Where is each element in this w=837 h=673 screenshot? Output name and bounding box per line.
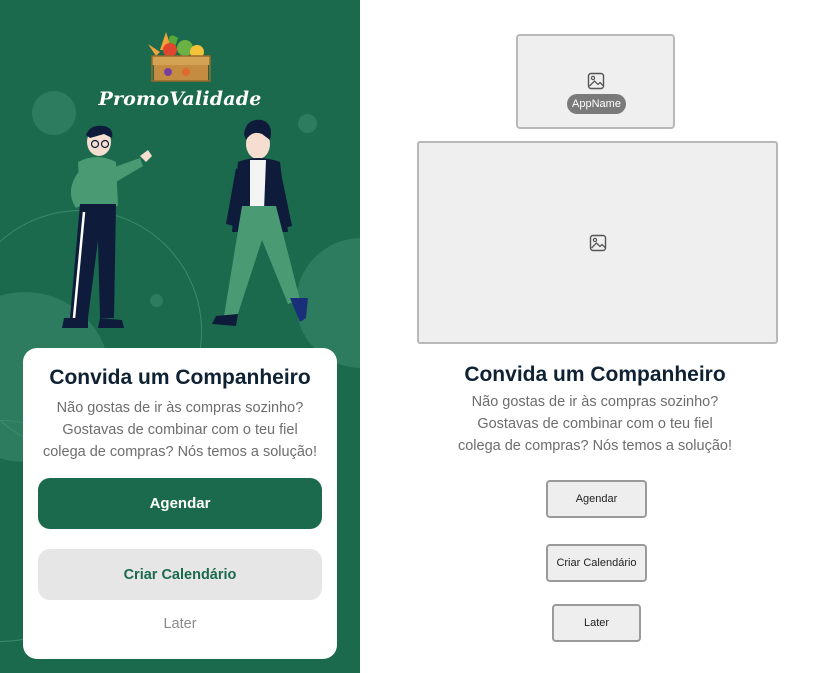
brand-name: PromoValidade xyxy=(98,88,262,110)
wireframe-screen: AppName Convida um Companheiro Não gosta… xyxy=(360,0,837,673)
basket-logo-icon xyxy=(148,32,211,82)
invite-title: Convida um Companheiro xyxy=(49,366,311,389)
description-line: Gostavas de combinar com o teu fiel xyxy=(62,422,298,438)
image-icon xyxy=(589,234,606,251)
description-line: colega de compras? Nós temos a solução! xyxy=(42,444,318,460)
person-right xyxy=(212,119,308,326)
logo-placeholder: AppName xyxy=(516,34,675,129)
description-line: colega de compras? Nós temos a solução! xyxy=(457,438,733,454)
mockup-screen: PromoValidade Convida um Companheiro Não… xyxy=(0,0,360,673)
wireframe-later-button[interactable]: Later xyxy=(552,604,641,642)
criar-calendario-button[interactable]: Criar Calendário xyxy=(38,549,322,600)
wireframe-agendar-button[interactable]: Agendar xyxy=(546,480,647,518)
image-icon xyxy=(587,72,605,90)
description-line: Não gostas de ir às compras sozinho? xyxy=(471,394,719,410)
wireframe-criar-calendario-button[interactable]: Criar Calendário xyxy=(546,544,647,582)
invite-card: Convida um Companheiro Não gostas de ir … xyxy=(23,348,337,659)
agendar-button[interactable]: Agendar xyxy=(38,478,322,529)
description-line: Não gostas de ir às compras sozinho? xyxy=(56,400,304,416)
people-illustration xyxy=(62,32,308,328)
illustration-placeholder xyxy=(417,141,778,344)
invite-description: Não gostas de ir às compras sozinho? Gos… xyxy=(33,397,327,463)
later-button[interactable]: Later xyxy=(23,616,337,632)
wireframe-description: Não gostas de ir às compras sozinho? Gos… xyxy=(400,391,790,457)
wireframe-title: Convida um Companheiro xyxy=(464,363,726,386)
description-line: Gostavas de combinar com o teu fiel xyxy=(477,416,713,432)
person-left xyxy=(62,125,152,328)
appname-label: AppName xyxy=(567,94,626,114)
